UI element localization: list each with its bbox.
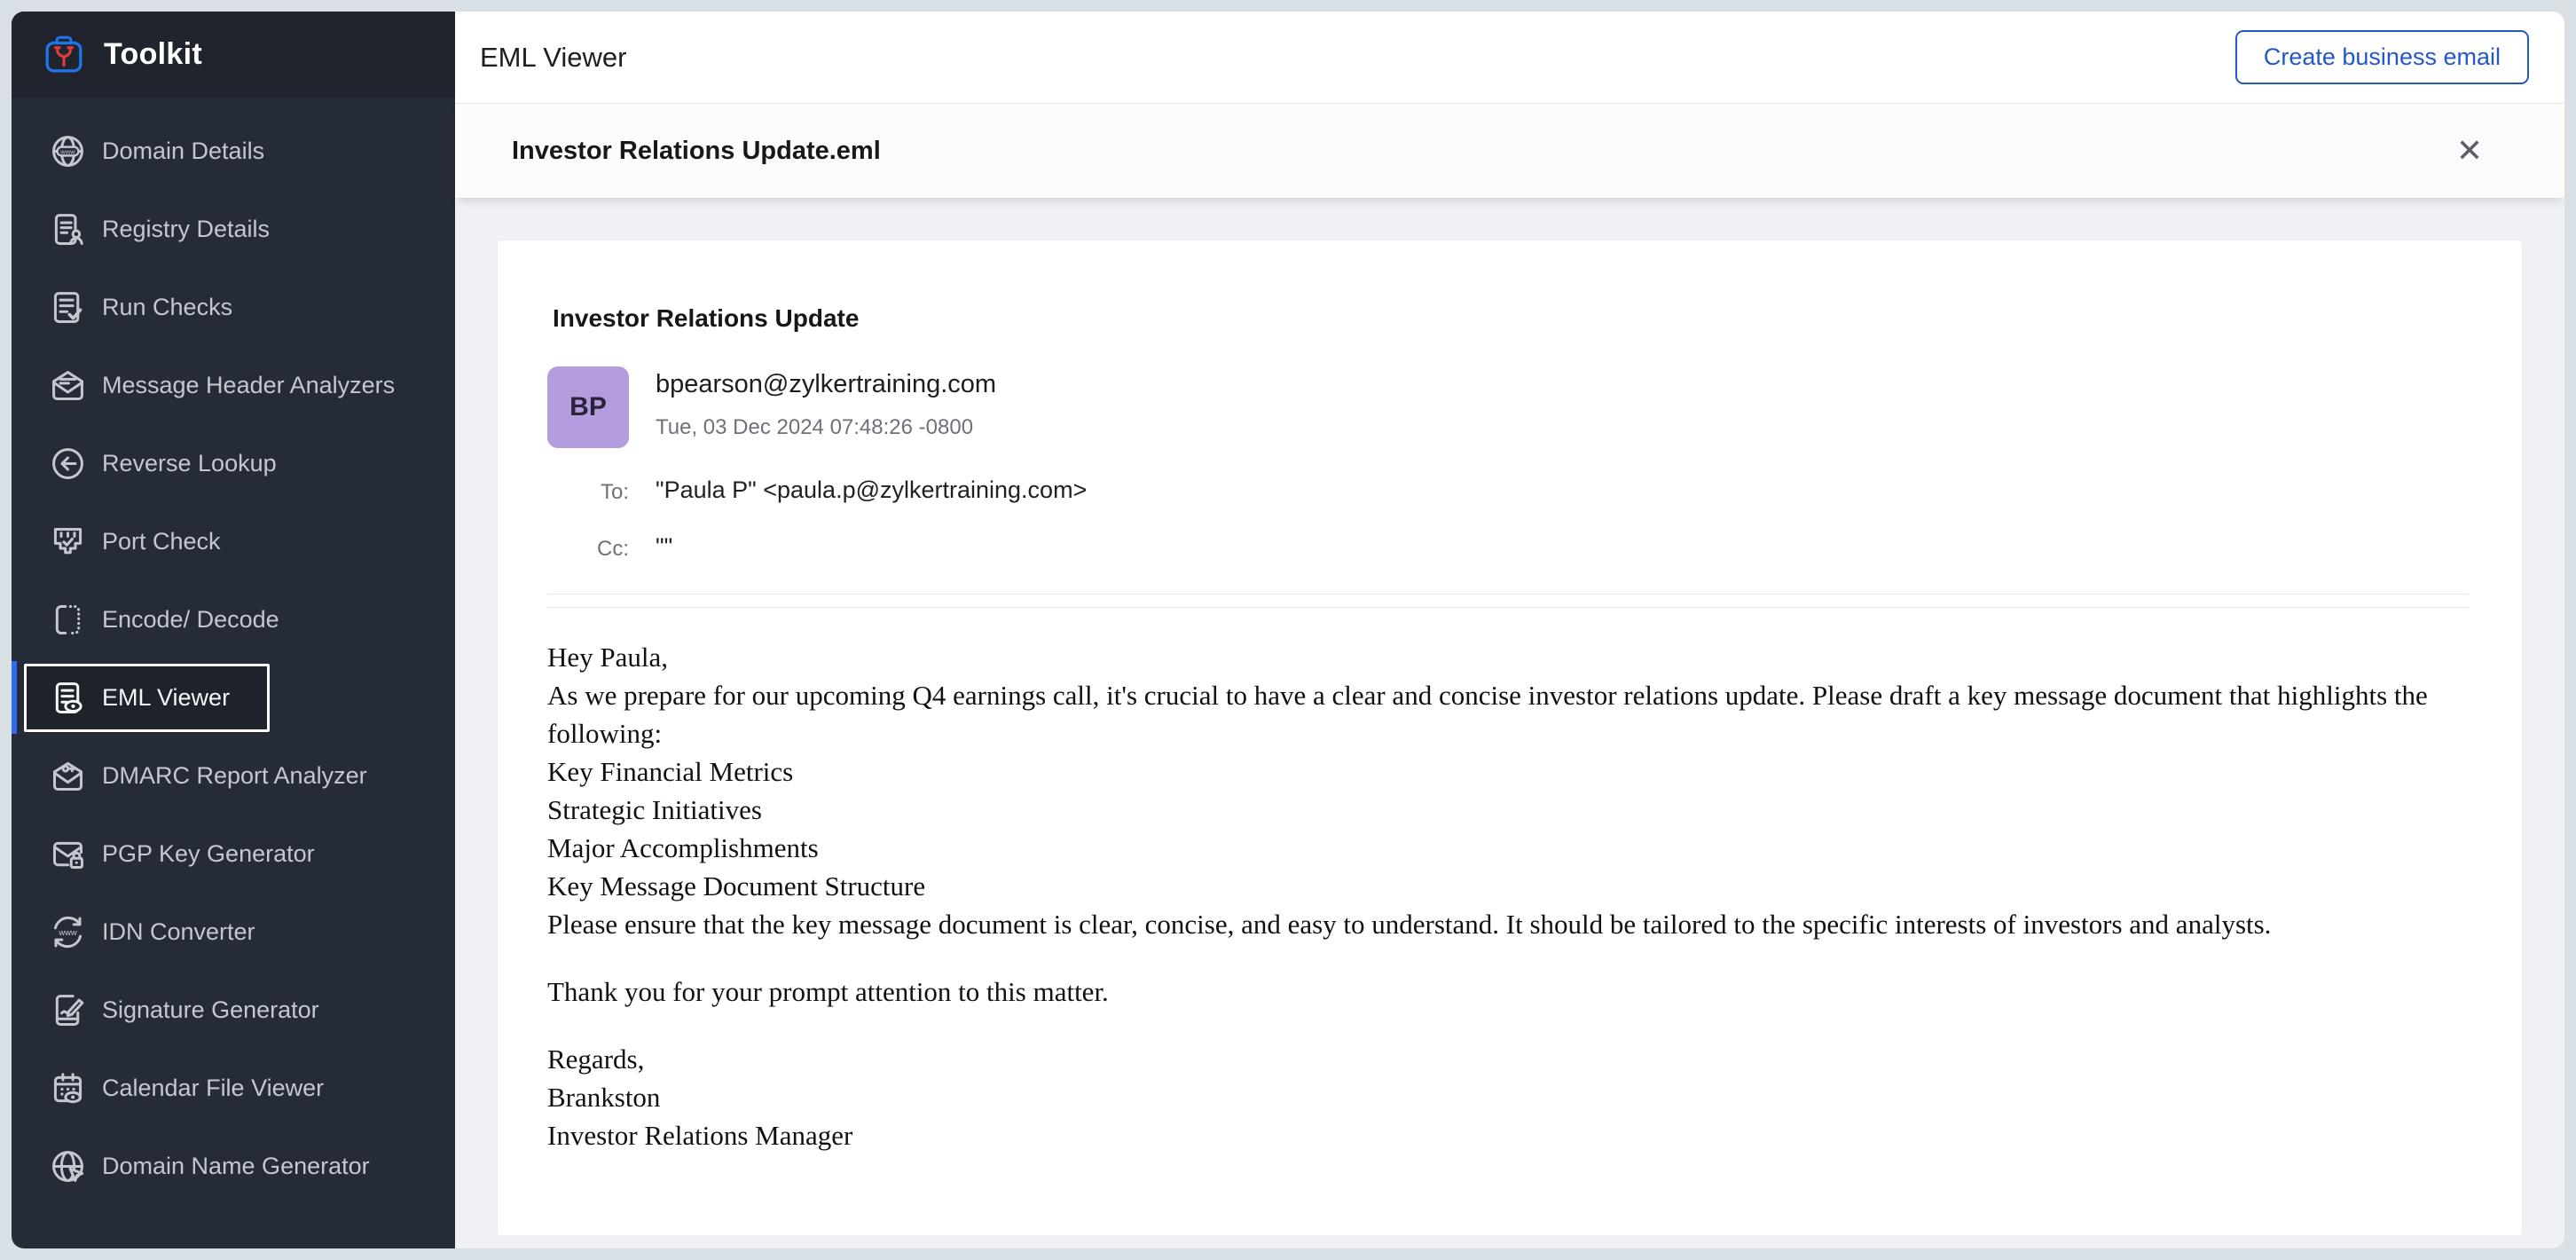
www-sync-icon: www: [48, 912, 88, 952]
divider: [547, 607, 2469, 608]
to-label: To:: [601, 480, 629, 505]
globe-cursor-icon: [48, 1146, 88, 1186]
document-person-icon: [48, 209, 88, 249]
brand-title: Toolkit: [104, 37, 202, 72]
email-card: Investor Relations Update BP bpearson@zy…: [497, 240, 2523, 1236]
sidebar-item-label: Calendar File Viewer: [102, 1075, 324, 1102]
cc-address: "": [656, 533, 2469, 561]
document-eye-icon: [48, 678, 88, 718]
email-body-line: Key Message Document Structure: [547, 867, 2469, 905]
sidebar-item-label: Port Check: [102, 528, 221, 555]
svg-text:www: www: [59, 147, 75, 155]
email-body-line: [547, 943, 2469, 973]
sidebar-item-eml-viewer[interactable]: EML Viewer: [12, 658, 455, 736]
email-subject: Investor Relations Update: [553, 304, 2469, 333]
sidebar-item-label: EML Viewer: [102, 684, 230, 712]
envelope-lock-icon: [48, 834, 88, 874]
sidebar-item-run-checks[interactable]: Run Checks: [12, 268, 455, 346]
sidebar-item-label: Registry Details: [102, 216, 270, 243]
email-body-line: Hey Paula,: [547, 638, 2469, 676]
sidebar-item-pgp-key-generator[interactable]: PGP Key Generator: [12, 815, 455, 893]
sidebar-item-label: Run Checks: [102, 294, 232, 321]
sidebar-item-idn-converter[interactable]: www IDN Converter: [12, 893, 455, 971]
app-window: Toolkit www Domain Details Registry Detail…: [12, 12, 2564, 1248]
sidebar-item-signature-generator[interactable]: Signature Generator: [12, 971, 455, 1049]
sidebar-item-label: PGP Key Generator: [102, 840, 315, 868]
file-bar: Investor Relations Update.eml ✕: [455, 104, 2564, 198]
email-body-line: Regards,: [547, 1040, 2469, 1078]
create-business-email-button[interactable]: Create business email: [2235, 30, 2529, 84]
divider: [547, 594, 2469, 595]
email-meta: BP bpearson@zylkertraining.com Tue, 03 D…: [547, 366, 2469, 562]
document-pen-icon: [48, 990, 88, 1030]
sidebar-item-encode-decode[interactable]: Encode/ Decode: [12, 580, 455, 658]
sidebar-item-registry-details[interactable]: Registry Details: [12, 190, 455, 268]
close-icon[interactable]: ✕: [2456, 135, 2483, 167]
email-body-line: As we prepare for our upcoming Q4 earnin…: [547, 676, 2469, 752]
sidebar-item-label: DMARC Report Analyzer: [102, 762, 367, 790]
email-body: Hey Paula,As we prepare for our upcoming…: [547, 638, 2469, 1154]
sidebar-item-label: Message Header Analyzers: [102, 372, 395, 399]
email-body-line: [547, 1011, 2469, 1040]
toolkit-logo-icon: [43, 35, 84, 75]
brand: Toolkit: [12, 12, 455, 98]
main-area: EML Viewer Create business email Investo…: [455, 12, 2564, 1248]
cc-label: Cc:: [597, 537, 629, 562]
brackets-encode-icon: [48, 600, 88, 640]
envelope-key-icon: [48, 756, 88, 796]
email-body-line: Please ensure that the key message docum…: [547, 905, 2469, 943]
sidebar-item-label: Reverse Lookup: [102, 450, 277, 477]
sidebar-item-domain-name-generator[interactable]: Domain Name Generator: [12, 1127, 455, 1205]
email-date: Tue, 03 Dec 2024 07:48:26 -0800: [656, 415, 2469, 440]
email-body-line: Major Accomplishments: [547, 829, 2469, 867]
email-body-line: Thank you for your prompt attention to t…: [547, 973, 2469, 1011]
document-check-icon: [48, 287, 88, 327]
sidebar: Toolkit www Domain Details Registry Detail…: [12, 12, 455, 1248]
email-body-line: Key Financial Metrics: [547, 752, 2469, 791]
email-body-line: Brankston: [547, 1078, 2469, 1116]
sidebar-item-port-check[interactable]: Port Check: [12, 502, 455, 580]
sidebar-item-label: Domain Name Generator: [102, 1153, 370, 1180]
sidebar-item-label: IDN Converter: [102, 918, 255, 946]
envelope-letter-icon: [48, 366, 88, 406]
sidebar-item-label: Signature Generator: [102, 996, 319, 1024]
sidebar-nav: www Domain Details Registry Details Run Che…: [12, 98, 455, 1205]
from-block: bpearson@zylkertraining.com Tue, 03 Dec …: [656, 366, 2469, 440]
email-body-line: Investor Relations Manager: [547, 1116, 2469, 1154]
from-address: bpearson@zylkertraining.com: [656, 370, 2469, 399]
avatar: BP: [547, 366, 629, 448]
svg-text:www: www: [58, 927, 77, 936]
viewer-content: Investor Relations Update BP bpearson@zy…: [455, 198, 2564, 1248]
sidebar-item-label: Encode/ Decode: [102, 606, 279, 634]
sidebar-item-dmarc-report-analyzer[interactable]: DMARC Report Analyzer: [12, 736, 455, 815]
sidebar-item-domain-details[interactable]: www Domain Details: [12, 112, 455, 190]
page-title: EML Viewer: [480, 42, 2235, 74]
port-check-icon: [48, 522, 88, 562]
sidebar-item-message-header-analyzers[interactable]: Message Header Analyzers: [12, 346, 455, 424]
arrow-back-circle-icon: [48, 444, 88, 484]
calendar-eye-icon: [48, 1068, 88, 1108]
topbar: EML Viewer Create business email: [455, 12, 2564, 104]
globe-www-icon: www: [48, 131, 88, 171]
to-address: "Paula P" <paula.p@zylkertraining.com>: [656, 476, 2469, 504]
sidebar-item-label: Domain Details: [102, 138, 264, 165]
file-title: Investor Relations Update.eml: [512, 137, 2456, 166]
email-body-line: Strategic Initiatives: [547, 791, 2469, 829]
sidebar-item-calendar-file-viewer[interactable]: Calendar File Viewer: [12, 1049, 455, 1127]
sidebar-item-reverse-lookup[interactable]: Reverse Lookup: [12, 424, 455, 502]
